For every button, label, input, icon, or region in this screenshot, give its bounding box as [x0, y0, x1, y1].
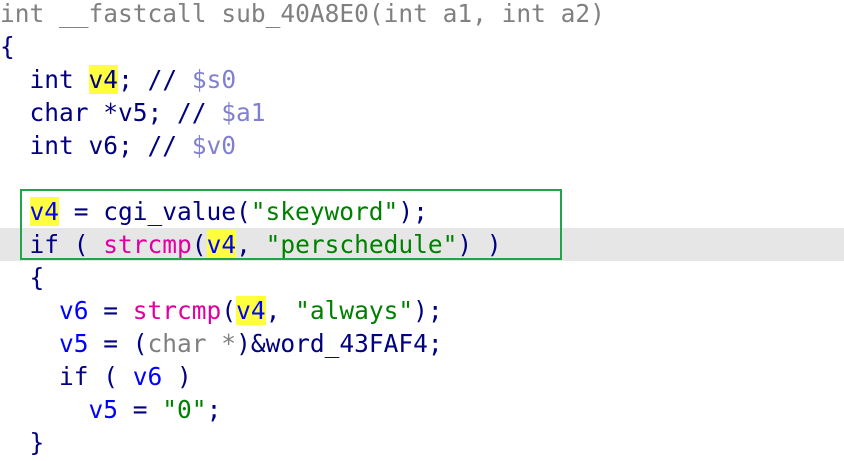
string-literal: "0": [162, 395, 207, 424]
brace-open: {: [0, 32, 15, 61]
assign-op: = cgi_value(: [59, 197, 251, 226]
decl-text: char *v5; //: [29, 98, 222, 127]
var-v4-highlighted[interactable]: v4: [206, 230, 237, 259]
code-line-decl-v6[interactable]: int v6; // $v0: [0, 129, 844, 162]
paren: (: [221, 296, 237, 325]
code-line-assign-v4[interactable]: v4 = cgi_value("skeyword");: [0, 195, 844, 228]
var-v4-highlighted[interactable]: v4: [29, 197, 60, 226]
code-line-inner-brace-close[interactable]: }: [0, 426, 844, 459]
code-line-decl-v4[interactable]: int v4; // $s0: [0, 63, 844, 96]
pseudocode-view[interactable]: int __fastcall sub_40A8E0(int a1, int a2…: [0, 0, 844, 461]
paren: (: [191, 230, 207, 259]
if-keyword: if (: [29, 230, 104, 259]
string-literal: "perschedule": [265, 230, 458, 259]
var-v6[interactable]: v6: [59, 296, 89, 325]
if-keyword: if (: [59, 362, 133, 391]
assign-rest: )&word_43FAF4;: [236, 329, 443, 358]
var-v4-highlighted[interactable]: v4: [236, 296, 266, 325]
code-line-assign-v6[interactable]: v6 = strcmp(v4, "always");: [0, 294, 844, 327]
var-v5[interactable]: v5: [89, 395, 119, 424]
function-params: (int a1, int a2): [368, 0, 605, 28]
return-type: int: [0, 0, 45, 28]
assign-op: = (: [88, 329, 148, 358]
code-line-decl-v5[interactable]: char *v5; // $a1: [0, 96, 844, 129]
string-literal: "skeyword": [250, 197, 399, 226]
brace-close: }: [29, 428, 45, 457]
comma: ,: [265, 296, 296, 325]
register-comment: $v0: [191, 131, 237, 160]
strcmp-call[interactable]: strcmp: [103, 230, 192, 259]
comma: ,: [236, 230, 266, 259]
string-literal: "always": [295, 296, 414, 325]
var-v5[interactable]: v5: [59, 329, 89, 358]
call-end: );: [398, 197, 428, 226]
code-line-assign-v5[interactable]: v5 = (char *)&word_43FAF4;: [0, 327, 844, 360]
stmt-end: ;: [206, 395, 222, 424]
assign-op: =: [88, 296, 133, 325]
code-line-brace-open[interactable]: {: [0, 30, 844, 63]
function-name[interactable]: sub_40A8E0: [221, 0, 369, 28]
register-comment: $s0: [191, 65, 237, 94]
assign-op: =: [118, 395, 163, 424]
decl-text: int v6; //: [29, 131, 192, 160]
if-end: ): [162, 362, 192, 391]
var-v6[interactable]: v6: [133, 362, 163, 391]
code-line-inner-brace-open[interactable]: {: [0, 261, 844, 294]
cast-type: char *: [147, 329, 237, 358]
code-line-if-v6[interactable]: if ( v6 ): [0, 360, 844, 393]
function-signature-line[interactable]: int __fastcall sub_40A8E0(int a1, int a2…: [0, 0, 844, 30]
strcmp-call[interactable]: strcmp: [133, 296, 222, 325]
if-end: ) ): [457, 230, 502, 259]
decl-rest: ; //: [118, 65, 192, 94]
code-line-if-strcmp-current[interactable]: if ( strcmp(v4, "perschedule") ): [0, 228, 844, 261]
var-v4-highlighted[interactable]: v4: [88, 65, 119, 94]
calling-convention: __fastcall: [59, 0, 207, 28]
call-end: );: [413, 296, 443, 325]
code-line-assign-v5-zero[interactable]: v5 = "0";: [0, 393, 844, 426]
type-int: int: [29, 65, 74, 94]
brace-open: {: [29, 263, 45, 292]
register-comment: $a1: [221, 98, 266, 127]
